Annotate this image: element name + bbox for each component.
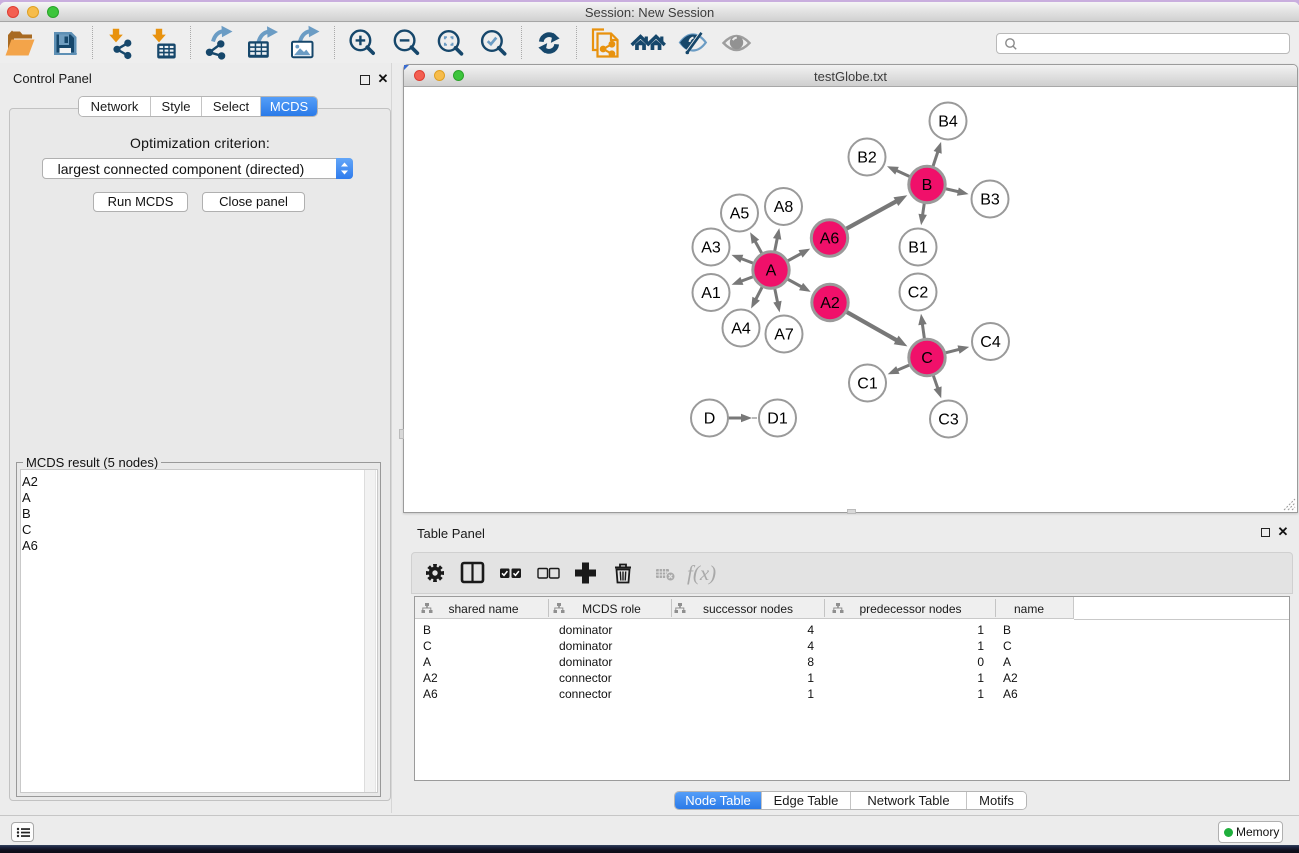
svg-text:B: B <box>922 177 933 194</box>
svg-text:C2: C2 <box>908 285 929 302</box>
svg-text:A8: A8 <box>774 199 794 216</box>
svg-text:A1: A1 <box>701 285 721 302</box>
svg-text:A6: A6 <box>820 231 840 248</box>
svg-text:C1: C1 <box>857 376 878 393</box>
svg-text:D1: D1 <box>767 411 788 428</box>
svg-text:D: D <box>704 411 716 428</box>
svg-text:B2: B2 <box>857 150 877 167</box>
svg-text:A4: A4 <box>731 321 751 338</box>
svg-text:B4: B4 <box>938 114 958 131</box>
svg-text:A3: A3 <box>701 240 721 257</box>
svg-text:C3: C3 <box>938 412 959 429</box>
svg-text:A: A <box>766 263 777 280</box>
svg-text:A2: A2 <box>820 295 840 312</box>
svg-text:C: C <box>921 350 933 367</box>
svg-text:A5: A5 <box>730 206 750 223</box>
svg-text:B1: B1 <box>908 240 928 257</box>
svg-text:B3: B3 <box>980 192 1000 209</box>
svg-text:f(x): f(x) <box>687 561 716 585</box>
svg-text:A7: A7 <box>774 327 794 344</box>
svg-text:C4: C4 <box>980 334 1001 351</box>
